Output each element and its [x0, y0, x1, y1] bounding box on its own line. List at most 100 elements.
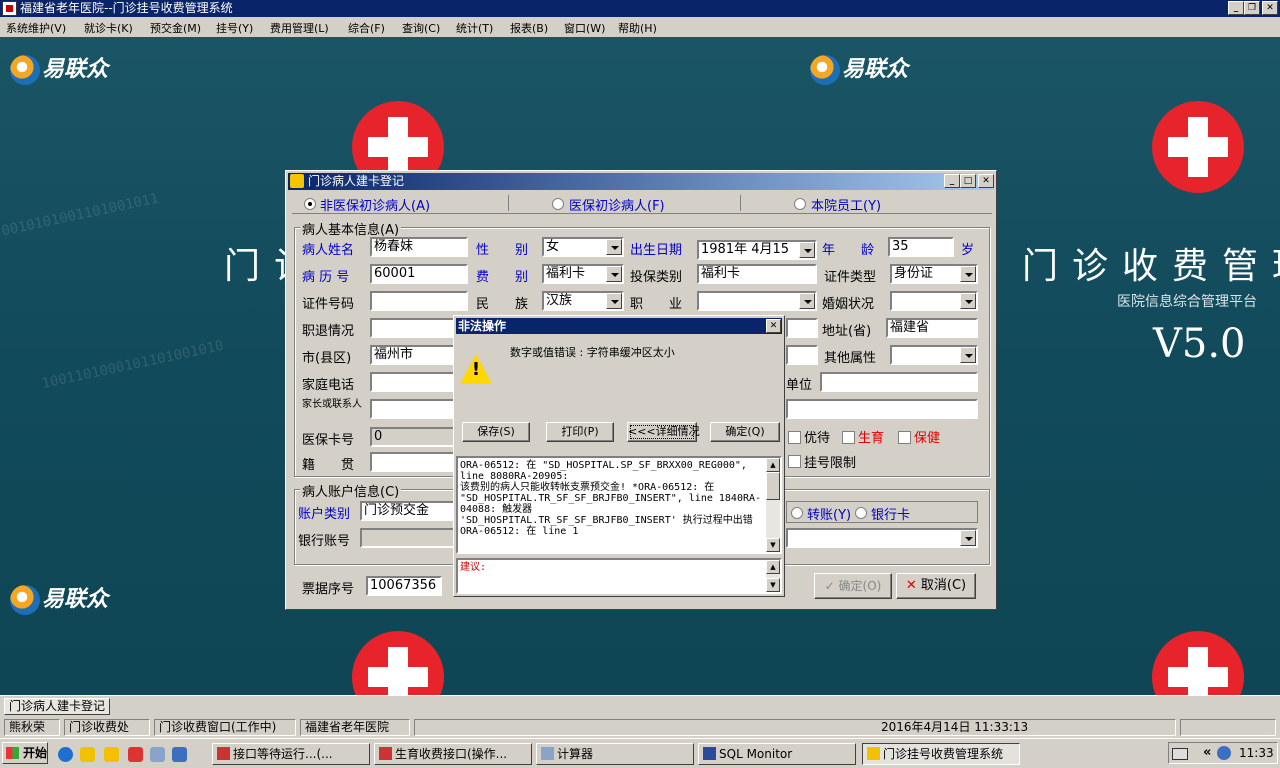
close-button[interactable]: ✕ — [1262, 1, 1278, 15]
insure-type-field[interactable]: 福利卡 — [697, 264, 817, 284]
save-button[interactable]: 保存(S) — [462, 422, 530, 442]
task-interface-waiting[interactable]: 接口等待运行...(... — [212, 743, 370, 765]
menu-help[interactable]: 帮助(H) — [618, 20, 657, 36]
receipt-field[interactable]: 10067356 — [366, 576, 442, 596]
birth-care-checkbox[interactable] — [842, 431, 855, 444]
chevron-down-icon[interactable] — [960, 530, 976, 546]
marital-select[interactable] — [890, 291, 978, 311]
ok-button[interactable]: ✓ 确定(O) — [814, 573, 892, 599]
suggestion-scrollbar[interactable]: ▲ ▼ — [766, 560, 780, 592]
suggestion-text[interactable]: 建议: ▲ ▼ — [456, 558, 782, 594]
app-shortcut-icon[interactable] — [172, 747, 187, 762]
transfer-radio[interactable] — [791, 507, 803, 519]
details-button[interactable]: <<<详细情况 — [627, 422, 700, 442]
chevron-down-icon[interactable] — [960, 293, 976, 309]
start-button[interactable]: 开始 — [2, 742, 48, 764]
work-unit-field[interactable] — [820, 372, 978, 392]
app-shortcut-icon[interactable] — [104, 747, 119, 762]
radio-staff[interactable] — [794, 198, 806, 210]
health-care-label[interactable]: 保健 — [914, 427, 940, 446]
bank-acct-field[interactable] — [360, 528, 468, 548]
ie-icon[interactable] — [58, 747, 73, 762]
dialog-minimize-button[interactable]: _ — [944, 174, 960, 188]
birth-care-label[interactable]: 生育 — [858, 427, 884, 446]
network-icon[interactable] — [1217, 746, 1231, 760]
priority-label[interactable]: 优待 — [804, 427, 830, 446]
account-type-field[interactable]: 门诊预交金 — [360, 501, 468, 521]
province-field[interactable]: 福建省 — [886, 318, 978, 338]
district-extra-field[interactable] — [786, 345, 818, 365]
chevron-down-icon[interactable] — [606, 239, 622, 255]
menu-system[interactable]: 系统维护(V) — [6, 20, 66, 36]
contact-extra-field[interactable] — [786, 399, 978, 419]
detail-scrollbar[interactable]: ▲ ▼ — [766, 458, 780, 552]
menu-window[interactable]: 窗口(W) — [564, 20, 605, 36]
birth-date-picker[interactable]: 1981年 4月15 — [697, 240, 817, 260]
job-select[interactable] — [697, 291, 817, 311]
menu-deposit[interactable]: 预交金(M) — [150, 20, 201, 36]
restore-button[interactable]: ❐ — [1244, 1, 1260, 15]
record-no-field[interactable]: 60001 — [370, 264, 468, 284]
cancel-button[interactable]: ✕ 取消(C) — [896, 573, 976, 599]
minimize-button[interactable]: _ — [1228, 1, 1244, 15]
age-field[interactable]: 35 — [888, 237, 954, 257]
confirm-button[interactable]: 确定(Q) — [710, 422, 780, 442]
radio-non-insured-label[interactable]: 非医保初诊病人(A) — [320, 195, 430, 214]
menu-general[interactable]: 综合(F) — [348, 20, 385, 36]
app-icon[interactable] — [2, 1, 17, 16]
menu-fee[interactable]: 费用管理(L) — [270, 20, 329, 36]
task-calculator[interactable]: 计算器 — [536, 743, 694, 765]
ethnic-select[interactable]: 汉族 — [542, 291, 624, 311]
tray-expand-button[interactable]: « — [1203, 745, 1211, 760]
menu-report[interactable]: 报表(B) — [510, 20, 548, 36]
id-type-select[interactable]: 身份证 — [890, 264, 978, 284]
mdi-tab-patient-card[interactable]: 门诊病人建卡登记 — [4, 698, 111, 715]
radio-insured[interactable] — [552, 198, 564, 210]
error-detail-text[interactable]: ORA-06512: 在 "SD_HOSPITAL.SP_SF_BRXX00_R… — [456, 456, 782, 554]
bank-card-label[interactable]: 银行卡 — [871, 504, 910, 523]
scroll-thumb[interactable] — [766, 472, 780, 500]
id-no-field[interactable] — [370, 291, 468, 311]
dialog-maximize-button[interactable]: □ — [960, 174, 976, 188]
app-shortcut-icon[interactable] — [128, 747, 143, 762]
binary-pattern: 1001101000101101001010 — [40, 337, 226, 393]
task-sql-monitor[interactable]: SQL Monitor — [698, 743, 856, 765]
dialog-close-button[interactable]: ✕ — [978, 174, 994, 188]
chevron-down-icon[interactable] — [799, 293, 815, 309]
health-care-checkbox[interactable] — [898, 431, 911, 444]
error-close-button[interactable]: ✕ — [766, 319, 781, 333]
other-attr-select[interactable] — [890, 345, 978, 365]
scroll-up-icon[interactable]: ▲ — [766, 560, 780, 574]
task-clinic-system[interactable]: 门诊挂号收费管理系统 — [862, 743, 1020, 765]
app-shortcut-icon[interactable] — [80, 747, 95, 762]
chevron-down-icon[interactable] — [799, 242, 815, 258]
bank-card-radio[interactable] — [855, 507, 867, 519]
name-field[interactable]: 杨春妹 — [370, 237, 468, 257]
clock[interactable]: 11:33 — [1239, 746, 1274, 760]
menu-card[interactable]: 就诊卡(K) — [84, 20, 133, 36]
scroll-down-icon[interactable]: ▼ — [766, 538, 780, 552]
chevron-down-icon[interactable] — [606, 293, 622, 309]
chevron-down-icon[interactable] — [960, 266, 976, 282]
menu-stats[interactable]: 统计(T) — [456, 20, 493, 36]
menu-register[interactable]: 挂号(Y) — [216, 20, 253, 36]
bank-acct-select[interactable] — [786, 528, 978, 548]
fee-type-select[interactable]: 福利卡 — [542, 264, 624, 284]
gender-select[interactable]: 女 — [542, 237, 624, 257]
address-extra-field[interactable] — [786, 318, 818, 338]
scroll-up-icon[interactable]: ▲ — [766, 458, 780, 472]
menu-query[interactable]: 查询(C) — [402, 20, 440, 36]
transfer-label[interactable]: 转账(Y) — [807, 504, 851, 523]
radio-non-insured[interactable] — [304, 198, 316, 210]
reg-limit-checkbox[interactable] — [788, 455, 801, 468]
scroll-down-icon[interactable]: ▼ — [766, 578, 780, 592]
calculator-shortcut-icon[interactable] — [150, 747, 165, 762]
task-birth-fee-interface[interactable]: 生育收费接口(操作... — [374, 743, 532, 765]
priority-checkbox[interactable] — [788, 431, 801, 444]
radio-insured-label[interactable]: 医保初诊病人(F) — [569, 195, 665, 214]
radio-staff-label[interactable]: 本院员工(Y) — [811, 195, 881, 214]
reg-limit-label[interactable]: 挂号限制 — [804, 452, 856, 471]
chevron-down-icon[interactable] — [606, 266, 622, 282]
chevron-down-icon[interactable] — [960, 347, 976, 363]
print-button[interactable]: 打印(P) — [546, 422, 614, 442]
